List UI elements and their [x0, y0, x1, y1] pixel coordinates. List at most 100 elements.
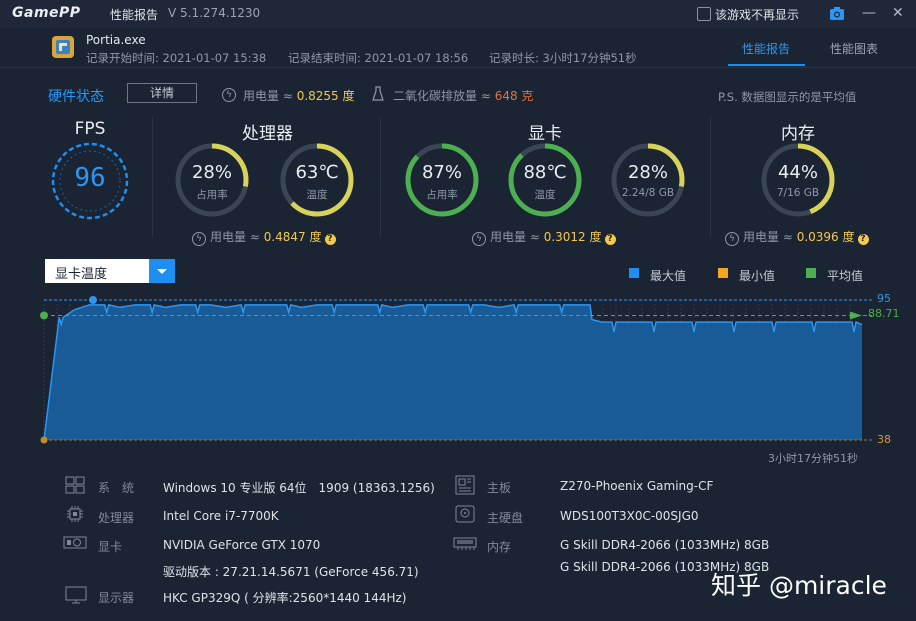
gpu-temperature-graph — [40, 296, 872, 444]
gpu-temp-area — [44, 304, 862, 440]
gpu-temp-gauge: 88℃ 温度 — [507, 142, 583, 218]
memory-value-1: G Skill DDR4-2066 (1033MHz) 8GB — [560, 538, 770, 552]
gpu-memory-label: 2.24/8 GB — [621, 187, 675, 199]
cpu-temp-label: 温度 — [306, 189, 328, 201]
os-value: Windows 10 专业版 64位 1909 (18363.1256) — [163, 481, 435, 495]
bolt-icon: ϟ — [472, 232, 486, 246]
help-icon[interactable]: ? — [857, 234, 869, 245]
ram-usage-value: 44% — [777, 162, 818, 183]
app-logo: GamePP — [12, 5, 81, 21]
help-icon[interactable]: ? — [324, 234, 336, 245]
metric-dropdown-value[interactable]: 显卡温度 — [55, 263, 107, 282]
cpu-title: 处理器 — [242, 124, 293, 144]
monitor-label: 显示器 — [98, 591, 135, 605]
gpu-icon — [63, 535, 87, 555]
gpu-temp-label: 温度 — [534, 189, 556, 201]
motherboard-icon — [455, 475, 475, 499]
co2-icon — [372, 86, 384, 106]
fps-gauge: 96 — [50, 141, 130, 221]
exe-name: Portia.exe — [86, 33, 146, 47]
gpu-usage-gauge: 87% 占用率 — [404, 142, 480, 218]
cpu-value: Intel Core i7-7700K — [163, 509, 279, 523]
cpu-usage-label: 占用率 — [196, 189, 228, 201]
fps-title: FPS — [74, 119, 106, 139]
min-axis-label: 38 — [877, 433, 891, 446]
watermark: 知乎 @miracle — [711, 571, 887, 600]
cpu-power: ϟ 用电量 ≈ 0.4847 度? — [192, 228, 336, 246]
minimize-button[interactable]: — — [862, 5, 876, 21]
average-arrow-icon — [850, 311, 862, 320]
legend-avg-label: 平均值 — [827, 269, 864, 283]
motherboard-label: 主板 — [487, 481, 512, 495]
max-marker — [89, 296, 97, 304]
gpu-usage-label: 占用率 — [426, 189, 458, 201]
record-duration: 记录时长: 3小时17分钟51秒 — [489, 51, 637, 65]
min-marker — [40, 436, 48, 444]
total-power: 用电量 ≈ 0.8255 度 — [243, 89, 355, 103]
version-label: V 5.1.274.1230 — [168, 6, 261, 20]
ram-title: 内存 — [781, 124, 815, 144]
average-note: P.S. 数据图显示的是平均值 — [718, 90, 857, 104]
gpu-memory-gauge: 28% 2.24/8 GB — [610, 142, 686, 218]
legend-avg-swatch — [806, 268, 816, 278]
dont-show-label[interactable]: 该游戏不再显示 — [715, 6, 799, 23]
co2-value: 648 克 — [494, 89, 534, 103]
hardware-status-title: 硬件状态 — [48, 89, 104, 105]
bolt-icon: ϟ — [725, 232, 739, 246]
co2-emission: 二氧化碳排放量 ≈ 648 克 — [393, 89, 534, 103]
fps-value: 96 — [74, 163, 106, 193]
tab-performance-report[interactable]: 性能报告 — [742, 40, 790, 57]
cpu-power-value: 0.4847 度 — [263, 230, 322, 244]
memory-icon — [453, 535, 477, 555]
disk-value: WDS100T3X0C-00SJG0 — [560, 509, 699, 523]
cpu-label: 处理器 — [98, 511, 135, 525]
disk-icon — [455, 505, 475, 527]
ram-power-value: 0.0396 度 — [796, 230, 855, 244]
graph-duration: 3小时17分钟51秒 — [768, 452, 858, 465]
gpu-value: NVIDIA GeForce GTX 1070 — [163, 538, 321, 552]
total-power-value: 0.8255 度 — [296, 89, 355, 103]
bolt-icon: ϟ — [222, 88, 236, 102]
record-end-time: 记录结束时间: 2021-01-07 18:56 — [288, 51, 469, 65]
gpu-label: 显卡 — [98, 540, 123, 554]
gpu-power: ϟ 用电量 ≈ 0.3012 度? — [472, 228, 616, 246]
ram-usage-label: 7/16 GB — [776, 187, 820, 199]
help-icon[interactable]: ? — [604, 234, 616, 245]
gpu-memory-value: 28% — [627, 162, 668, 183]
cpu-icon — [66, 505, 84, 527]
windows-icon — [65, 475, 85, 499]
detail-button[interactable]: 详情 — [127, 83, 197, 103]
bolt-icon: ϟ — [192, 232, 206, 246]
gpu-temp-value: 88℃ — [523, 162, 567, 183]
legend-min-label: 最小值 — [739, 269, 776, 283]
section-divider — [710, 117, 711, 237]
dropdown-arrow-icon[interactable] — [149, 259, 175, 283]
header-divider — [0, 67, 916, 68]
max-axis-label: 95 — [877, 292, 891, 305]
ram-power: ϟ 用电量 ≈ 0.0396 度? — [725, 228, 869, 246]
motherboard-value: Z270-Phoenix Gaming-CF — [560, 479, 714, 493]
record-start-time: 记录开始时间: 2021-01-07 15:38 — [86, 51, 267, 65]
gpu-usage-value: 87% — [421, 162, 462, 183]
close-button[interactable]: ✕ — [892, 5, 904, 21]
tab-performance-chart[interactable]: 性能图表 — [830, 40, 878, 57]
gpu-power-value: 0.3012 度 — [543, 230, 602, 244]
average-marker — [40, 311, 48, 320]
monitor-value: HKC GP329Q ( 分辨率:2560*1440 144Hz) — [163, 591, 407, 605]
driver-version: 驱动版本 : 27.21.14.5671 (GeForce 456.71) — [163, 565, 419, 579]
cpu-temp-gauge: 63℃ 温度 — [279, 142, 355, 218]
game-icon — [50, 34, 76, 60]
monitor-icon — [65, 585, 87, 609]
memory-label: 内存 — [487, 540, 512, 554]
active-tab-indicator — [728, 64, 805, 66]
window-title: 性能报告 — [110, 8, 159, 22]
section-divider — [152, 117, 153, 237]
ram-usage-gauge: 44% 7/16 GB — [760, 142, 836, 218]
cpu-temp-value: 63℃ — [295, 162, 339, 183]
gpu-title: 显卡 — [528, 124, 562, 144]
disk-label: 主硬盘 — [487, 511, 524, 525]
section-divider — [380, 117, 381, 237]
dont-show-checkbox[interactable] — [697, 7, 711, 21]
avg-axis-label: 88.71 — [868, 307, 900, 320]
camera-icon[interactable] — [829, 6, 845, 25]
